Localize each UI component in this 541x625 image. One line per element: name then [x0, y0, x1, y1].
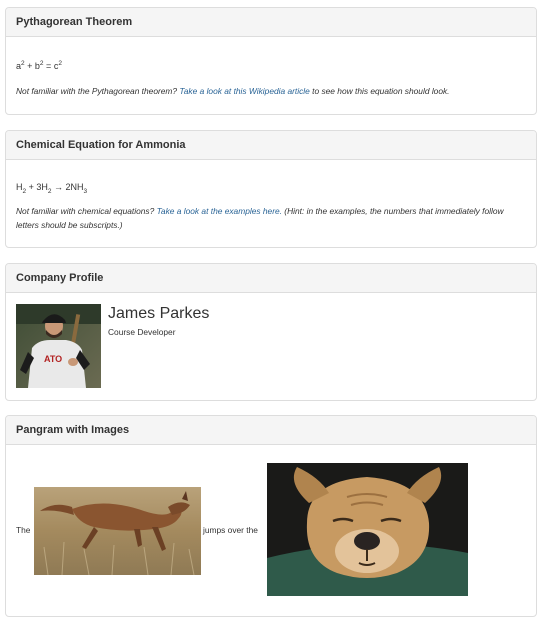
- fox-image: [34, 487, 201, 575]
- examples-link[interactable]: Take a look at the examples here.: [157, 206, 282, 216]
- panel-title: Pythagorean Theorem: [6, 8, 536, 37]
- pangram-phrase-jumps: jumps over the: [203, 525, 258, 535]
- ammonia-panel: Chemical Equation for Ammonia H2 + 3H2 →…: [5, 130, 537, 248]
- panel-body: a2 + b2 = c2 Not familiar with the Pytha…: [6, 37, 536, 114]
- profile-name: James Parkes: [108, 305, 210, 322]
- person-photo: ATO: [16, 304, 101, 388]
- ammonia-equation: H2 + 3H2 → 2NH3: [16, 182, 88, 195]
- profile-role: Course Developer: [108, 327, 176, 337]
- panel-title: Pangram with Images: [6, 416, 536, 445]
- panel-title: Chemical Equation for Ammonia: [6, 131, 536, 160]
- wikipedia-link[interactable]: Take a look at this Wikipedia article: [179, 86, 309, 96]
- ammonia-note: Not familiar with chemical equations? Ta…: [16, 206, 504, 230]
- pythagorean-panel: Pythagorean Theorem a2 + b2 = c2 Not fam…: [5, 7, 537, 115]
- svg-text:ATO: ATO: [44, 354, 62, 364]
- profile-panel: Company Profile ATO James Parkes Course …: [5, 263, 537, 401]
- pangram-word-the: The: [16, 525, 31, 535]
- panel-title: Company Profile: [6, 264, 536, 293]
- panel-body: ATO James Parkes Course Developer: [6, 293, 536, 400]
- pythagorean-equation: a2 + b2 = c2: [16, 60, 62, 71]
- panel-body: The jumps over the: [6, 445, 536, 616]
- dog-image: [267, 463, 468, 596]
- panel-body: H2 + 3H2 → 2NH3 Not familiar with chemic…: [6, 160, 536, 247]
- pythagorean-note: Not familiar with the Pythagorean theore…: [16, 86, 450, 96]
- pangram-panel: Pangram with Images The jumps over the: [5, 415, 537, 617]
